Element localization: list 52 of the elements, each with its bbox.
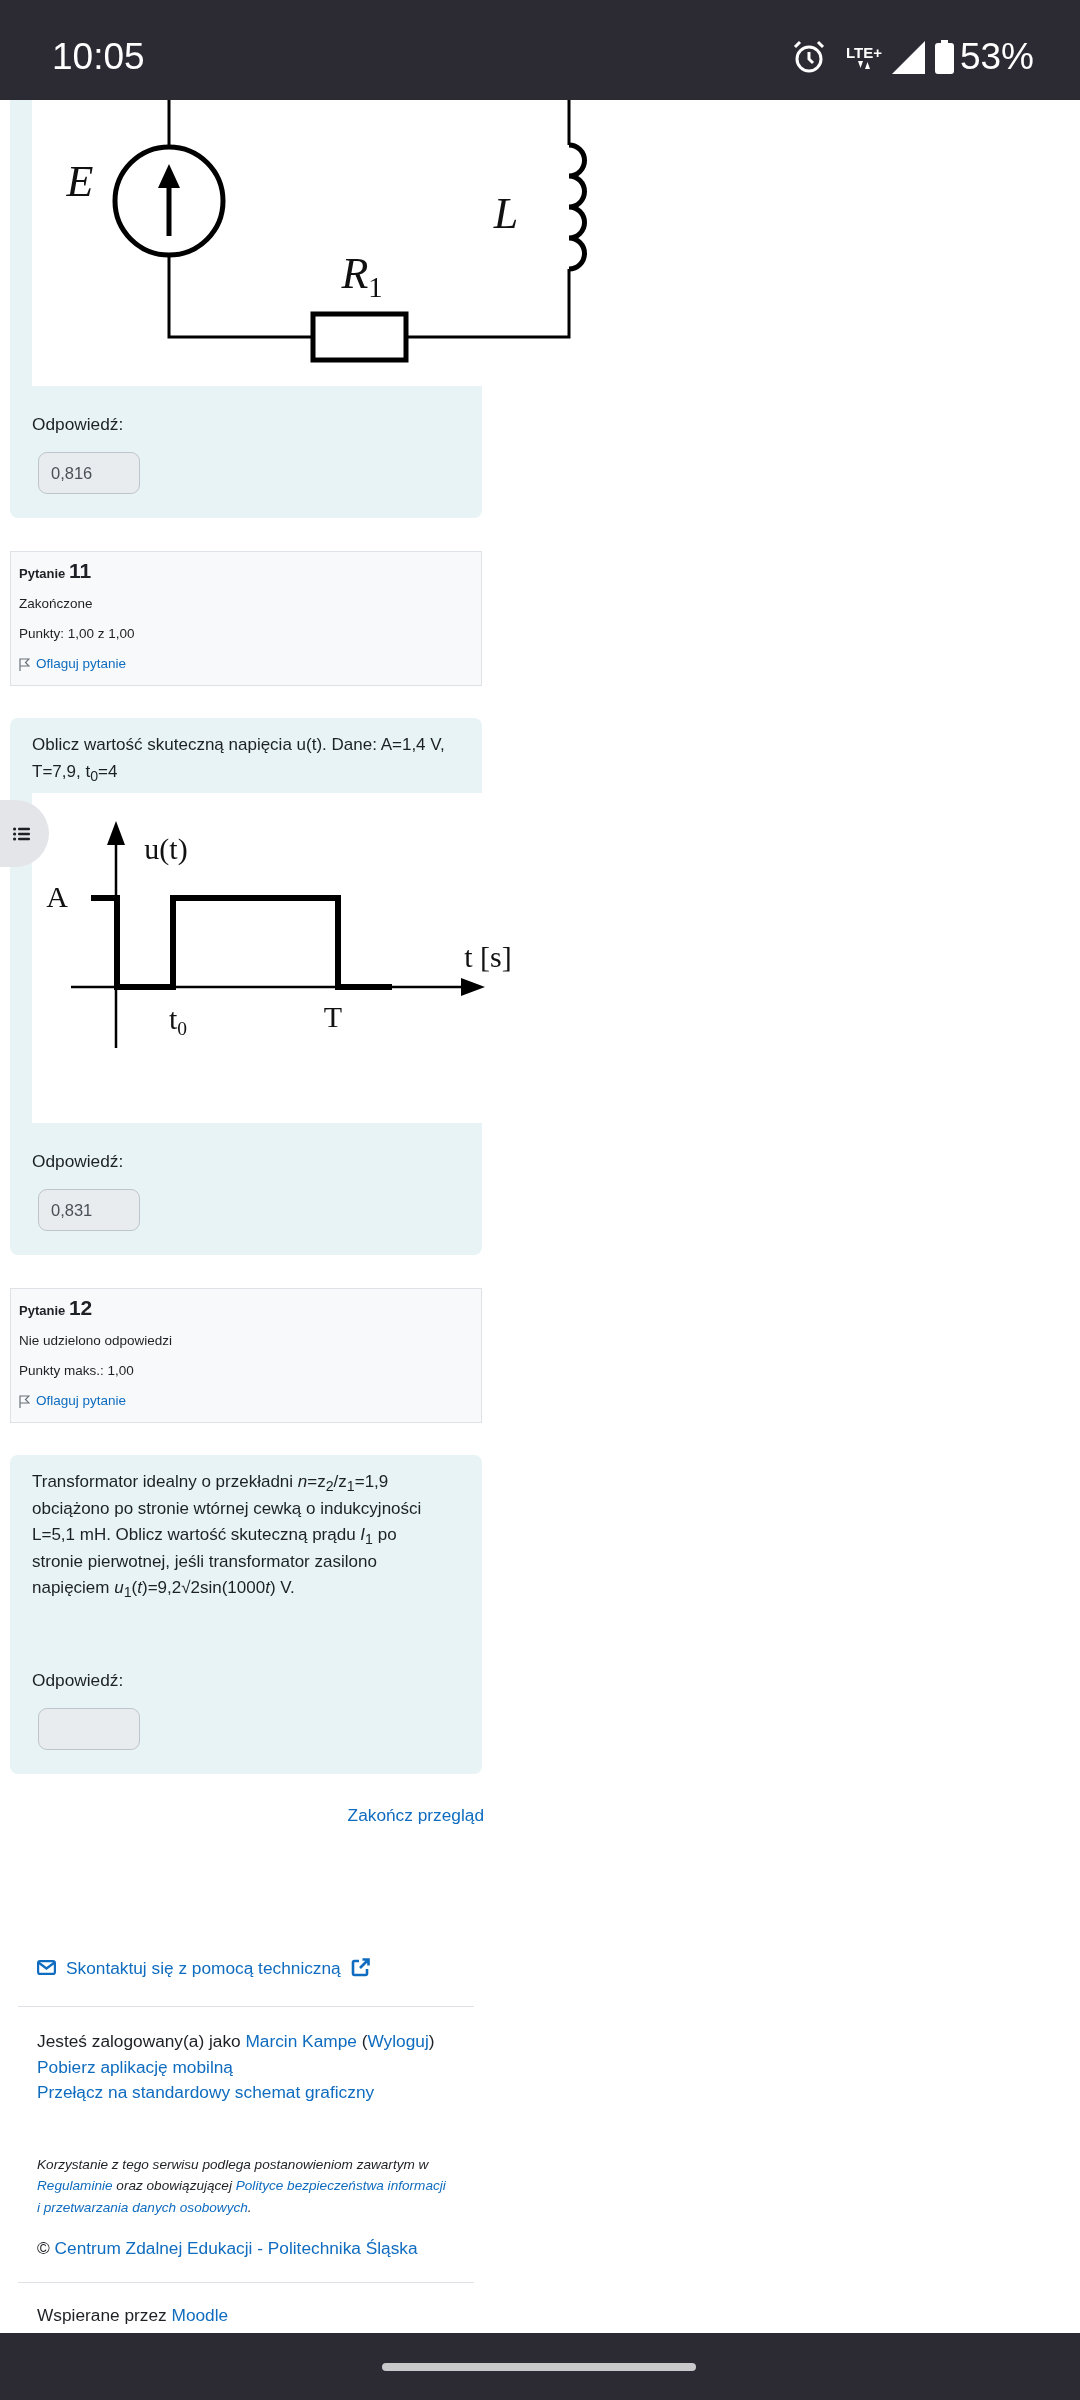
organization-link[interactable]: Centrum Zdalnej Edukacji - Politechnika Śląska: [54, 2238, 418, 2259]
question-status: Nie udzielono odpowiedzi: [19, 1332, 174, 1350]
flag-icon: [19, 1394, 30, 1408]
answer-field[interactable]: 0,831: [38, 1189, 140, 1231]
data-arrows-icon: [856, 61, 871, 69]
policy-notice: Korzystanie z tego serwisu podlega postanowieniom zawartym w Regulaminie oraz obowiązującej Polityce bezpieczeństwa informacji i przetwarzania danych osobowych.: [37, 2155, 447, 2217]
flag-icon: [19, 657, 30, 671]
question-text: Transformator idealny o przekładni n=z$_{2}$/z$_{1}$=1,9 obciążono po stronie wtórnej cewką o indukcyjności L=5,1 mH. Oblicz wartość skuteczną prądu I$_{1}$ po stronie pierwotnej, jeśli transformator zasilono napięciem u$_{1}$(t)=9,2√2sin(1000t) V.: [31, 1471, 423, 1603]
signal-icon: [891, 40, 925, 74]
question-number: Pytanie 12: [19, 1297, 94, 1321]
battery-level: 53%: [959, 36, 1034, 78]
list-icon: [13, 826, 30, 841]
battery-icon: [934, 40, 954, 74]
mobile-app-link[interactable]: Pobierz aplikację mobilną: [37, 2054, 233, 2081]
answer-field[interactable]: 0,816: [38, 452, 140, 494]
policy-link[interactable]: Regulaminie: [37, 2178, 113, 2194]
policy-link[interactable]: Polityce bezpieczeństwa informacji: [235, 2178, 446, 2194]
policy-link[interactable]: i przetwarzania danych osobowych: [37, 2199, 248, 2215]
question-status: Zakończone: [19, 595, 94, 613]
figure-label: E: [66, 157, 94, 206]
figure-label: R$_{1}$: [341, 249, 383, 303]
question-number: Pytanie 11: [19, 560, 93, 584]
figure-label: t$_{0}$: [168, 1002, 188, 1039]
support-link[interactable]: Skontaktuj się z pomocą techniczną: [37, 1955, 370, 1980]
finish-review-link[interactable]: Zakończ przegląd: [347, 1803, 484, 1826]
answer-label: Odpowiedź:: [32, 1669, 124, 1690]
home-gesture-bar[interactable]: [382, 2362, 696, 2371]
user-profile-link[interactable]: Marcin Kampe: [245, 2031, 357, 2051]
alarm-icon: [791, 40, 826, 74]
network-type: LTE+: [845, 45, 882, 61]
mail-icon: [37, 1960, 56, 1975]
figure-label: L: [493, 189, 519, 238]
answer-label: Odpowiedź:: [32, 1151, 124, 1171]
flag-question-link[interactable]: Oflaguj pytanie: [19, 653, 127, 675]
question-points: Punkty: 1,00 z 1,00: [19, 625, 136, 643]
logout-link[interactable]: Wyloguj: [367, 2031, 429, 2051]
flag-question-link[interactable]: Oflaguj pytanie: [19, 1390, 127, 1412]
question-points: Punkty maks.: 1,00: [19, 1362, 135, 1380]
figure-label: t [s]: [464, 940, 512, 973]
theme-switch-link[interactable]: Przełącz na standardowy schemat graficzny: [37, 2080, 375, 2106]
copyright-line: © Centrum Zdalnej Edukacji - Politechnika Śląska: [37, 2237, 419, 2261]
external-link-icon: [350, 1958, 370, 1977]
login-status-text: Jesteś zalogowany(a) jako Marcin Kampe (Wyloguj): [37, 2030, 435, 2053]
powered-by-text: Wspierane przez Moodle: [37, 2304, 230, 2328]
answer-field[interactable]: [38, 1707, 140, 1750]
answer-label: Odpowiedź:: [32, 414, 124, 434]
figure-label: u(t): [144, 832, 188, 865]
clock-time: 10:05: [52, 36, 145, 78]
moodle-link[interactable]: Moodle: [171, 2305, 229, 2326]
question-text: Oblicz wartość skuteczną napięcia u(t). Dane: A=1,4 V, T=7,9, t$_{0}$=4: [31, 734, 446, 786]
figure-label: T: [323, 1000, 343, 1033]
figure-label: A: [46, 880, 68, 913]
